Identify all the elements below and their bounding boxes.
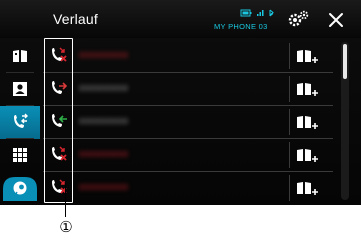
add-to-phonebook-icon[interactable] (296, 81, 320, 98)
phonebook-icon (13, 50, 27, 62)
sidebar-item-contacts[interactable] (0, 73, 40, 106)
list-item[interactable]: 0000000000 (43, 172, 333, 204)
callout-label: ① (59, 218, 73, 236)
sidebar-item-phonebook[interactable] (0, 40, 40, 73)
call-type-icons-highlight (44, 38, 73, 203)
row-divider (289, 175, 290, 201)
call-number: 0000000000 (79, 183, 129, 192)
keypad-icon (13, 148, 27, 162)
phone-screen: Verlauf MY PHONE 03 0000000000 000000000… (0, 0, 361, 205)
add-to-phonebook-icon[interactable] (296, 147, 320, 164)
call-number: 0000000000 (79, 84, 129, 93)
add-to-phonebook-icon[interactable] (296, 48, 320, 65)
call-number: 0000000000 (79, 117, 129, 126)
close-icon[interactable] (327, 11, 345, 29)
signal-icon (257, 10, 264, 16)
row-divider (289, 76, 290, 102)
call-number: 0000000000 (79, 150, 129, 159)
add-to-phonebook-icon[interactable] (296, 114, 320, 131)
list-item[interactable]: 0000000000 (43, 40, 333, 73)
battery-icon (240, 9, 252, 17)
list-item[interactable]: 0000000000 (43, 106, 333, 139)
status-icons (240, 9, 274, 17)
header-bar: Verlauf MY PHONE 03 (0, 0, 361, 38)
call-number: 0000000000 (79, 51, 129, 60)
call-history-icon (14, 113, 28, 128)
call-history-list: 0000000000 0000000000 0000000000 0000000… (43, 38, 333, 205)
settings-icon[interactable] (287, 9, 309, 29)
sidebar-item-voice-recognition[interactable] (0, 172, 40, 205)
row-divider (289, 43, 290, 69)
scrollbar-thumb[interactable] (343, 44, 347, 79)
list-item[interactable]: 0000000000 (43, 73, 333, 106)
page-title: Verlauf (53, 11, 98, 27)
add-to-phonebook-icon[interactable] (296, 180, 320, 197)
sidebar-item-call-history[interactable] (0, 106, 40, 139)
bluetooth-icon (269, 9, 274, 17)
sidebar-item-keypad[interactable] (0, 139, 40, 172)
voice-recognition-icon (3, 177, 37, 201)
row-divider (289, 109, 290, 135)
device-name: MY PHONE 03 (214, 22, 268, 31)
callout-line (65, 183, 66, 217)
row-divider (289, 142, 290, 168)
contact-card-icon (13, 82, 27, 96)
list-item[interactable]: 0000000000 (43, 139, 333, 172)
sidebar (0, 38, 40, 205)
